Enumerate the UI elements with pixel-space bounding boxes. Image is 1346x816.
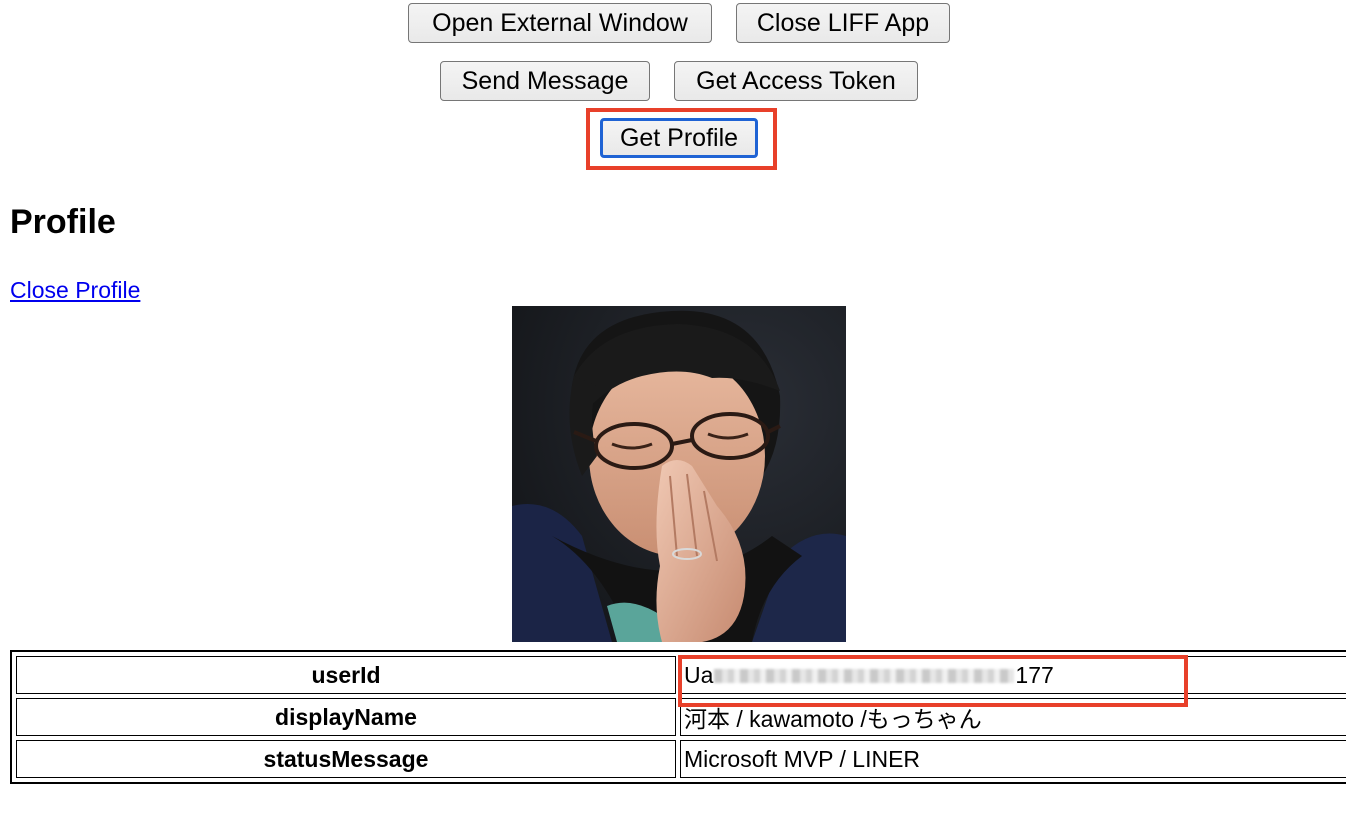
statusmessage-key: statusMessage: [16, 740, 676, 778]
profile-table: userId Ua 177 displayName 河本 / kawamoto /…: [10, 650, 1346, 784]
get-profile-button[interactable]: Get Profile: [600, 118, 758, 158]
userid-key: userId: [16, 656, 676, 694]
userid-masked: [714, 669, 1015, 684]
profile-picture: [512, 306, 846, 642]
get-access-token-button[interactable]: Get Access Token: [674, 61, 918, 101]
close-liff-app-button[interactable]: Close LIFF App: [736, 3, 950, 43]
open-external-window-button[interactable]: Open External Window: [408, 3, 712, 43]
statusmessage-value: Microsoft MVP / LINER: [680, 740, 1346, 778]
table-row: userId Ua 177: [16, 656, 1346, 694]
displayname-value: 河本 / kawamoto /もっちゃん: [680, 698, 1346, 736]
displayname-key: displayName: [16, 698, 676, 736]
send-message-button[interactable]: Send Message: [440, 61, 650, 101]
userid-suffix: 177: [1015, 661, 1054, 688]
userid-prefix: Ua: [684, 661, 714, 688]
profile-heading: Profile: [10, 203, 116, 241]
table-row: statusMessage Microsoft MVP / LINER: [16, 740, 1346, 778]
liff-page: Open External Window Close LIFF App Send…: [0, 0, 1346, 816]
userid-value: Ua 177: [680, 656, 1346, 694]
close-profile-link[interactable]: Close Profile: [10, 275, 140, 305]
table-row: displayName 河本 / kawamoto /もっちゃん: [16, 698, 1346, 736]
